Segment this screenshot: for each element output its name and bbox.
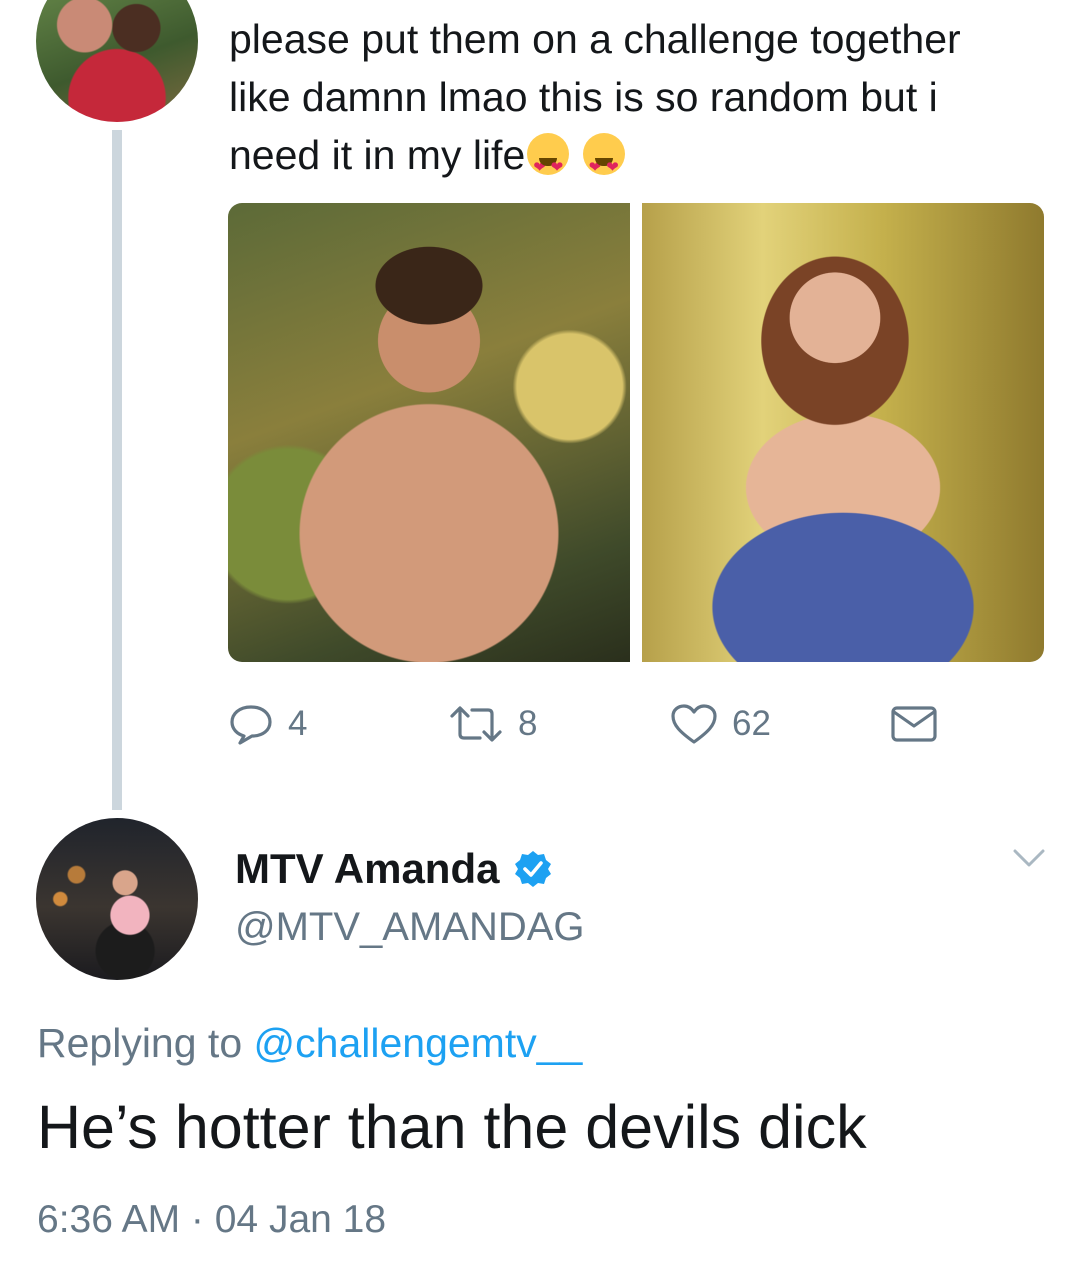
reply-icon [230,705,272,745]
author-handle[interactable]: @MTV_AMANDAG [235,905,585,950]
chevron-down-icon[interactable] [1012,846,1046,870]
thread-connector-line [112,130,122,810]
retweet-button[interactable]: 8 [448,700,537,748]
heart-eyes-emoji-icon [527,133,570,197]
heart-eyes-emoji-icon [582,133,625,197]
display-name-text: MTV Amanda [235,845,500,892]
replying-to-line: Replying to @challengemtv__ [37,1020,582,1067]
woman-in-blue-dress-photo[interactable] [642,203,1044,662]
reply-count: 4 [288,704,308,743]
envelope-icon [891,706,937,742]
shirtless-man-photo[interactable] [228,203,630,662]
previous-tweet-line-2: like damnn lmao this is so random but i [229,74,938,120]
heart-icon [671,704,717,744]
like-button[interactable]: 62 [670,700,771,748]
previous-tweet-line-1: please put them on a challenge together [229,16,961,62]
like-count: 62 [732,704,771,743]
tweet-timestamp[interactable]: 6:36 AM · 04 Jan 18 [37,1198,386,1242]
previous-tweet-text: please put them on a challenge together … [229,10,1049,197]
author-display-name[interactable]: MTV Amanda [235,845,553,893]
retweet-count: 8 [518,704,538,743]
mtv-amanda-avatar[interactable] [36,818,198,980]
verified-badge-icon [515,851,552,887]
replying-to-label: Replying to [37,1020,243,1066]
tweet-action-bar: 4 8 62 [228,700,948,748]
direct-message-button[interactable] [890,700,938,748]
replying-to-link[interactable]: @challengemtv__ [254,1020,583,1066]
reply-tweet-text: He’s hotter than the devils dick [37,1093,867,1161]
previous-tweet-line-3: need it in my life [229,132,526,178]
retweet-icon [450,706,502,742]
reply-button[interactable]: 4 [228,700,307,748]
previous-tweet-avatar[interactable] [36,0,198,122]
